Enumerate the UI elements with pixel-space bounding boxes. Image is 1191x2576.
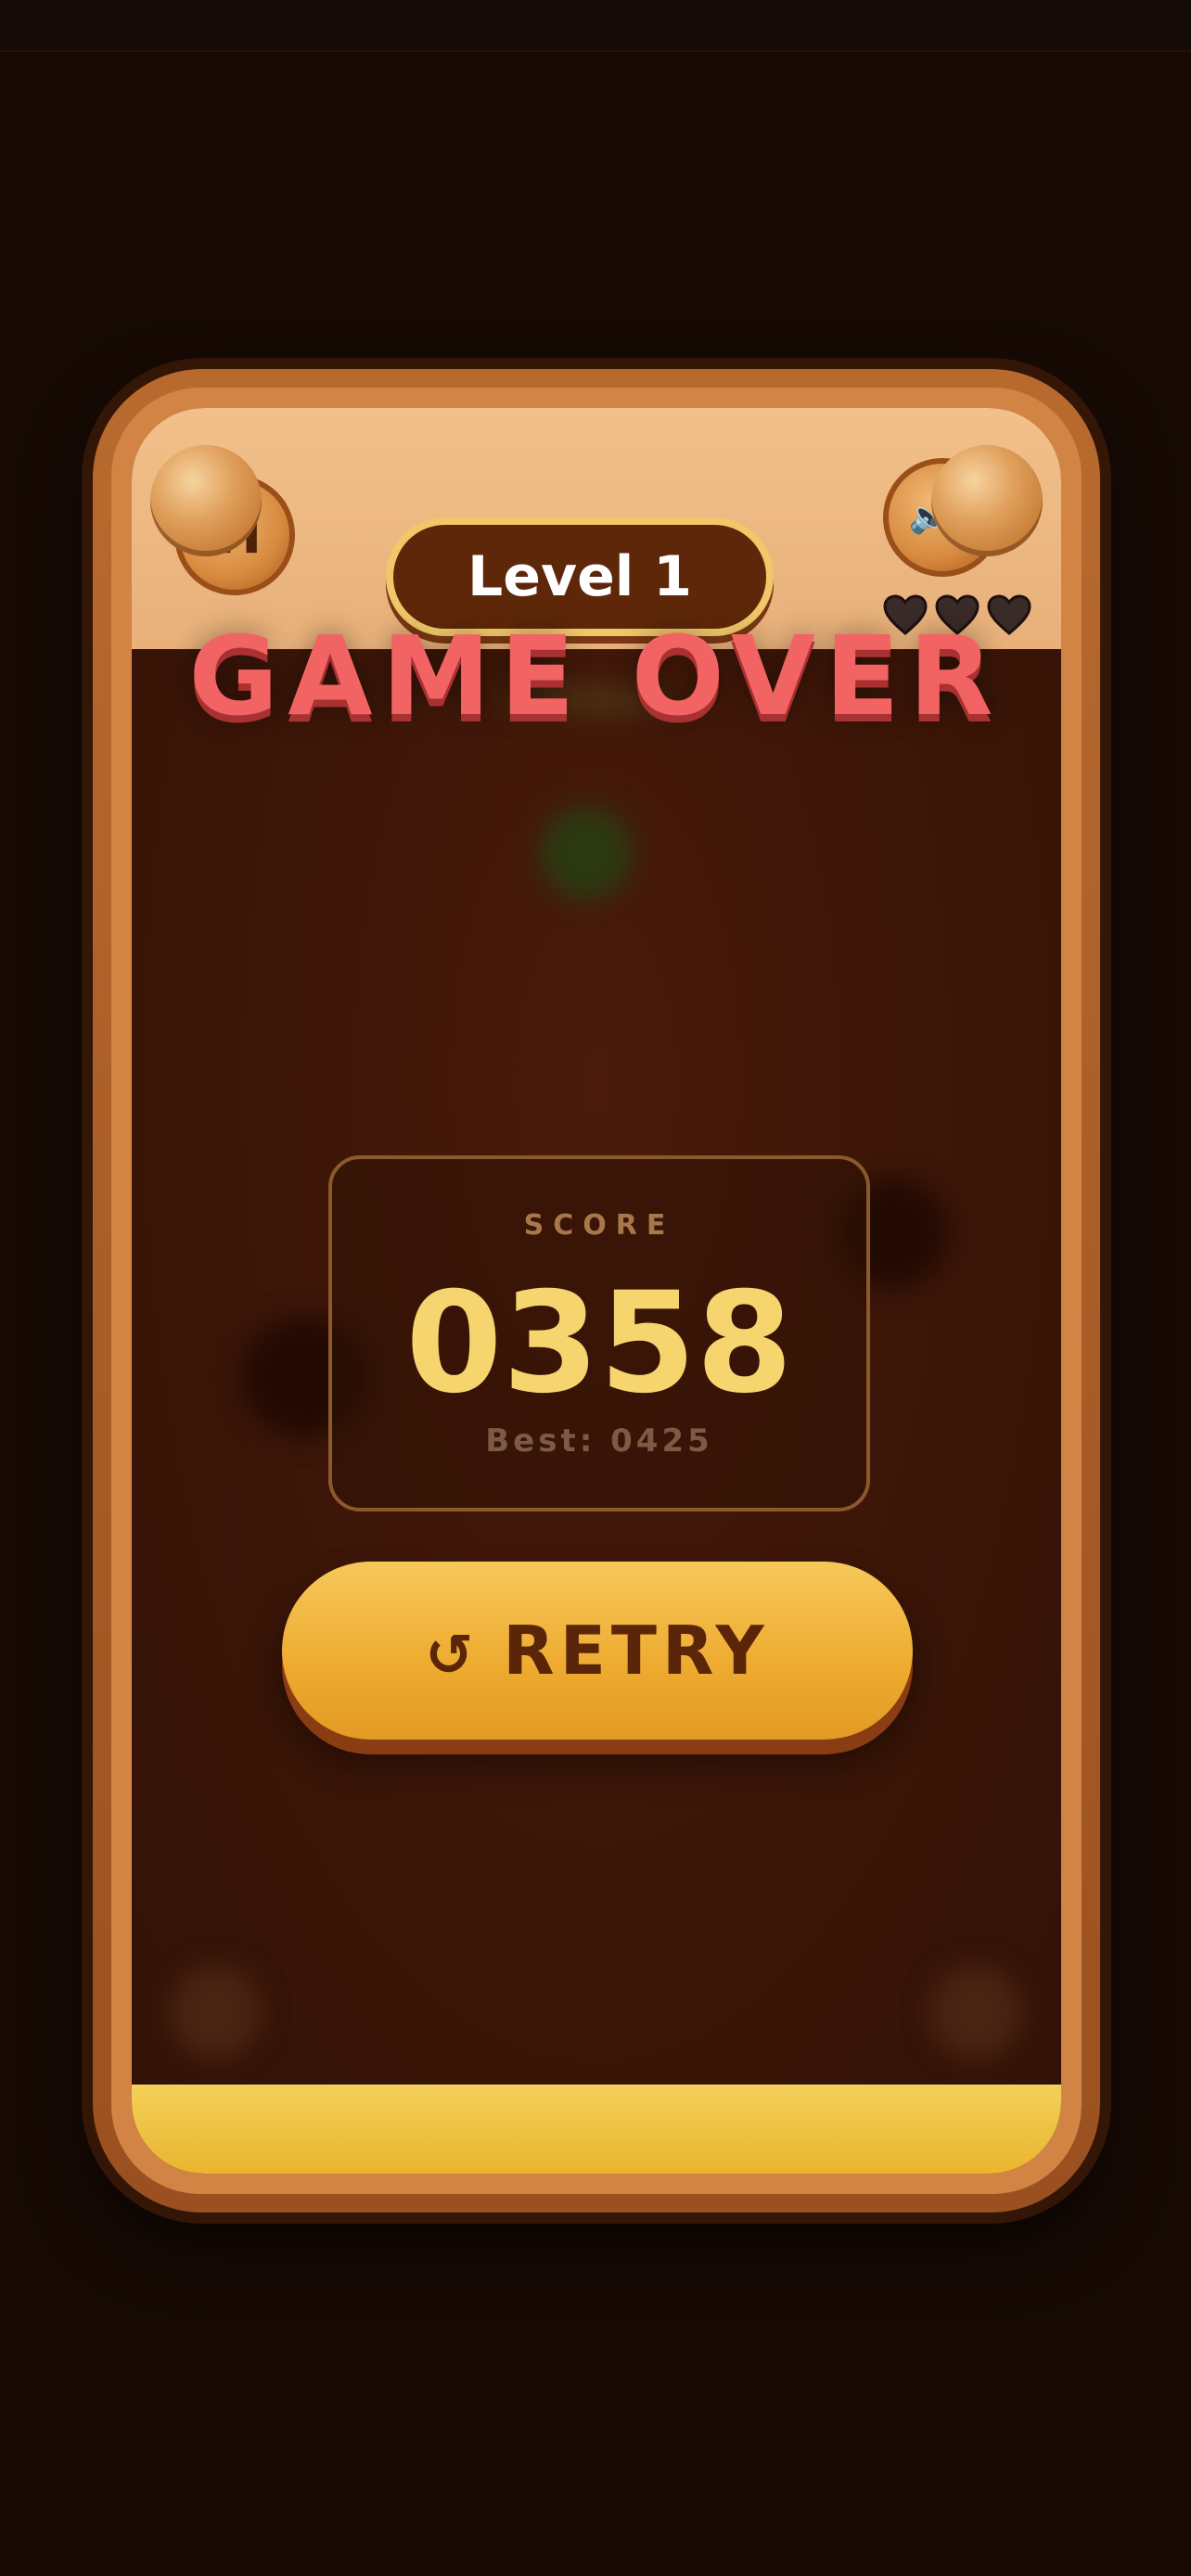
coin-icon xyxy=(150,445,262,556)
game-over-title: GAME OVER xyxy=(188,612,1003,740)
score-label: SCORE xyxy=(523,1209,675,1242)
retry-label: RETRY xyxy=(503,1612,770,1690)
status-bar xyxy=(0,0,1191,52)
game-footer xyxy=(132,2085,1061,2174)
level-label: Level 1 xyxy=(467,544,692,609)
retry-icon: ↺ xyxy=(425,1620,480,1689)
coin-icon xyxy=(931,445,1043,556)
background-blob xyxy=(929,1966,1022,2059)
score-card: SCORE 0358 Best: 0425 xyxy=(328,1155,870,1511)
best-score: Best: 0425 xyxy=(485,1422,713,1460)
score-value: 0358 xyxy=(405,1263,793,1424)
background-blob xyxy=(540,807,633,899)
retry-button[interactable]: ↺ RETRY xyxy=(282,1562,913,1740)
background-blob xyxy=(169,1966,262,2059)
